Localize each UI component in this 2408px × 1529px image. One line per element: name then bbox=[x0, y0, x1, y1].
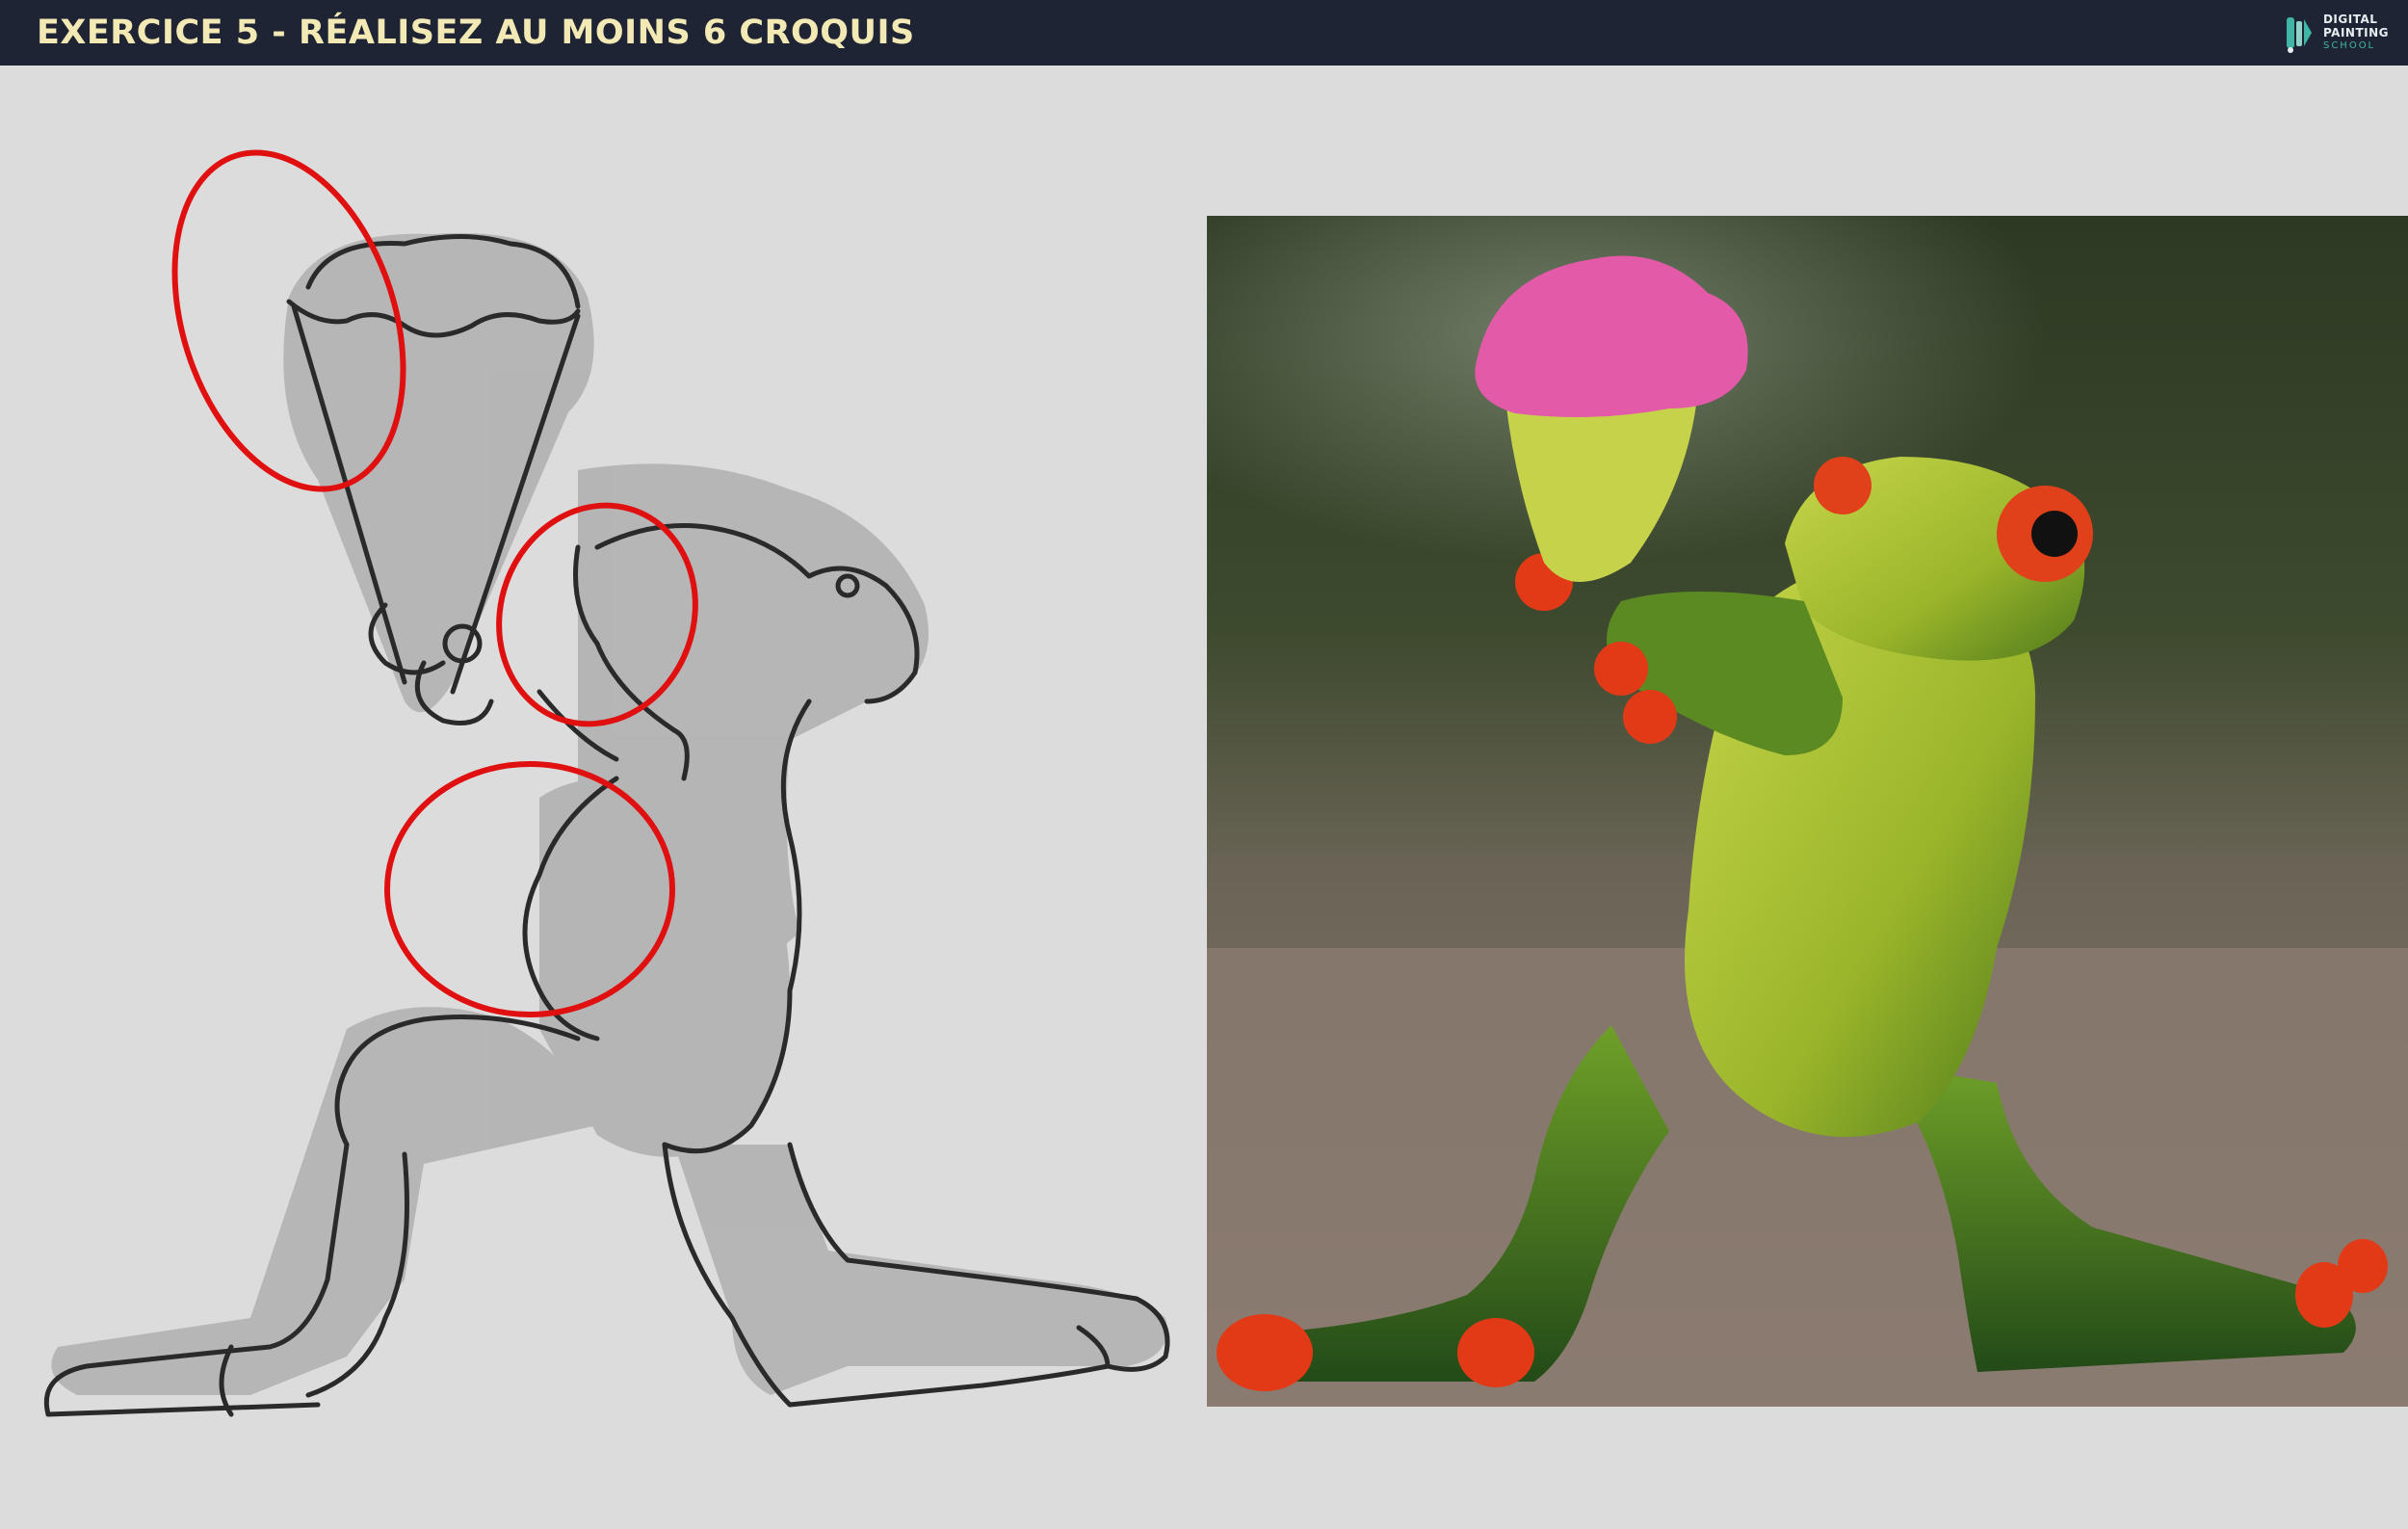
logo-line-3: SCHOOL bbox=[2322, 40, 2376, 51]
frog-hand-2 bbox=[1594, 642, 1648, 696]
frog-hand-3 bbox=[1623, 690, 1677, 744]
frog-foot-2 bbox=[1457, 1318, 1534, 1387]
logo-line-1: DIGITAL bbox=[2322, 13, 2378, 26]
page-title: EXERCICE 5 - RÉALISEZ AU MOINS 6 CROQUIS bbox=[37, 13, 915, 52]
frog-sketch bbox=[43, 149, 1170, 1417]
frog-foot-1 bbox=[1217, 1314, 1313, 1391]
frog-eye-left bbox=[1814, 457, 1871, 514]
frog-eye-right-pupil bbox=[2031, 511, 2078, 557]
frog-foot-4 bbox=[2338, 1239, 2388, 1293]
header-bar: EXERCICE 5 - RÉALISEZ AU MOINS 6 CROQUIS… bbox=[0, 0, 2408, 66]
sketch-shading bbox=[51, 232, 1167, 1395]
reference-photo bbox=[1207, 216, 2408, 1407]
logo-wordmark: DIGITAL PAINTING SCHOOL bbox=[2323, 13, 2389, 53]
logo-line-2: PAINTING bbox=[2322, 26, 2389, 40]
brush-palette-logo-icon bbox=[2286, 17, 2312, 53]
school-logo[interactable]: DIGITAL PAINTING SCHOOL bbox=[2283, 12, 2389, 54]
